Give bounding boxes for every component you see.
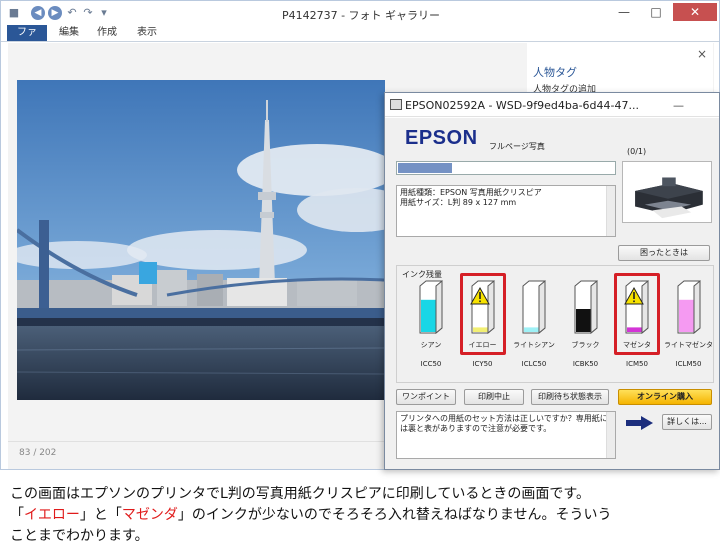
tab-view[interactable]: 表示 xyxy=(131,25,163,41)
caption-line-2: 「イエロー」と「マゼンダ」のインクが少ないのでそろそろ入れ替えねばなりません。そ… xyxy=(10,505,720,526)
minimize-button[interactable]: — xyxy=(609,3,639,21)
one-point-button[interactable]: ワンポイント xyxy=(396,389,456,405)
ink-model-code: ICLC50 xyxy=(521,360,547,368)
print-progress-bar xyxy=(396,161,616,175)
ink-color-name: シアン xyxy=(420,341,442,349)
redo-icon[interactable]: ↷ xyxy=(81,6,95,20)
epson-window-title: EPSON02592A - WSD-9f9ed4ba-6d44-47... xyxy=(405,99,639,112)
ink-tank-icon xyxy=(419,280,443,334)
photo-tokyo-skytree xyxy=(17,80,385,400)
tab-create[interactable]: 作成 xyxy=(91,25,123,41)
cancel-print-button[interactable]: 印刷中止 xyxy=(464,389,524,405)
ink-color-name: ライトシアン xyxy=(513,341,555,349)
low-ink-highlight xyxy=(614,273,660,355)
photo-pager: 83 / 202 xyxy=(19,448,57,458)
paper-info-box: 用紙種類：EPSON 写真用紙クリスピア 用紙サイズ：L判 89 x 127 m… xyxy=(396,185,616,237)
epson-title-bar: EPSON02592A - WSD-9f9ed4ba-6d44-47... — xyxy=(385,93,719,117)
page-count: (0/1) xyxy=(627,147,647,156)
tab-file[interactable]: ファイル xyxy=(7,25,47,54)
message-line-1: プリンタへの用紙のセット方法は正しいですか？専用紙に xyxy=(400,414,608,423)
ink-cartridge: ライトマゼンタ ICLM50 xyxy=(664,280,714,380)
arrow-right-icon xyxy=(626,416,653,430)
caption: この画面はエプソンのプリンタでL判の写真用紙クリスピアに印刷しているときの画面で… xyxy=(0,484,720,547)
ink-model-code: ICC50 xyxy=(420,360,442,368)
epson-status-monitor: EPSON02592A - WSD-9f9ed4ba-6d44-47... — … xyxy=(384,92,720,470)
back-icon[interactable]: ◀ xyxy=(31,6,45,20)
close-button[interactable]: ✕ xyxy=(673,3,717,21)
troubleshoot-button[interactable]: 困ったときは xyxy=(618,245,710,261)
caption-magenta: マゼンダ xyxy=(121,507,178,523)
tab-edit[interactable]: 編集 xyxy=(53,25,85,41)
message-box: プリンタへの用紙のセット方法は正しいですか？専用紙に は裏と表がありますので注意… xyxy=(396,411,616,459)
ribbon-divider xyxy=(1,41,719,42)
gallery-app-icon[interactable]: ■ xyxy=(7,6,21,20)
ink-level-fill xyxy=(524,327,539,332)
printer-image xyxy=(622,161,712,223)
ink-level-fill xyxy=(678,299,694,332)
paper-info-scrollbar[interactable] xyxy=(606,186,615,236)
paper-size: 用紙サイズ：L判 89 x 127 mm xyxy=(400,198,517,207)
caption-rest: 」のインクが少ないのでそろそろ入れ替えねばなりません。そういう xyxy=(177,507,612,523)
details-button[interactable]: 詳しくは... xyxy=(662,414,712,430)
ink-model-code: ICBK50 xyxy=(572,360,599,368)
caption-open-quote: 「 xyxy=(10,507,24,523)
ink-color-name: ブラック xyxy=(571,341,600,349)
ink-level-fill xyxy=(421,299,436,332)
ink-cartridge: ブラック ICBK50 xyxy=(561,280,611,380)
ink-tank-icon xyxy=(574,280,597,334)
ink-color-name: ライトマゼンタ xyxy=(664,341,713,349)
epson-logo: EPSON xyxy=(405,127,478,149)
ink-level-label: インク残量 xyxy=(400,269,444,280)
caption-yellow: イエロー xyxy=(24,507,80,523)
undo-icon[interactable]: ↶ xyxy=(65,6,79,20)
print-queue-button[interactable]: 印刷待ち状態表示 xyxy=(531,389,609,405)
ink-model-code: ICLM50 xyxy=(675,360,702,368)
printer-icon xyxy=(390,99,402,110)
maximize-button[interactable]: □ xyxy=(641,3,671,21)
pane-close-icon[interactable]: × xyxy=(697,47,707,61)
ribbon-tabs: ファイル 編集 作成 表示 xyxy=(1,25,719,54)
ink-tank-icon xyxy=(677,280,700,334)
caption-line-3: ことまでわかります。 xyxy=(10,528,149,544)
epson-minimize-button[interactable]: — xyxy=(673,99,684,112)
ink-model-code: ICY50 xyxy=(472,360,493,368)
people-tag-heading: 人物タグ xyxy=(533,66,577,79)
ink-cartridge: ライトシアン ICLC50 xyxy=(509,280,559,380)
ink-tank-icon xyxy=(522,280,546,334)
progress-fill xyxy=(398,163,452,173)
print-mode-label: フルページ写真 xyxy=(489,142,545,151)
ink-level-fill xyxy=(575,309,591,332)
online-purchase-button[interactable]: オンライン購入 xyxy=(618,389,712,405)
customize-toolbar-icon[interactable]: ▾ xyxy=(97,6,111,20)
low-ink-highlight xyxy=(459,273,506,355)
paper-type: 用紙種類：EPSON 写真用紙クリスピア xyxy=(400,188,542,197)
message-scrollbar[interactable] xyxy=(606,412,615,458)
caption-mid: 」と「 xyxy=(79,507,122,523)
ink-cartridge: シアン ICC50 xyxy=(406,280,456,380)
forward-icon[interactable]: ▶ xyxy=(48,6,62,20)
caption-line-1: この画面はエプソンのプリンタでL判の写真用紙クリスピアに印刷しているときの画面で… xyxy=(10,486,590,502)
window-title: P4142737 - フォト ギャラリー xyxy=(281,9,441,22)
ink-model-code: ICM50 xyxy=(626,360,648,368)
message-line-2: は裏と表がありますので注意が必要です。 xyxy=(400,424,552,433)
gallery-title-bar: ■ ◀ ▶ ↶ ↷ ▾ P4142737 - フォト ギャラリー — □ ✕ xyxy=(1,1,719,25)
